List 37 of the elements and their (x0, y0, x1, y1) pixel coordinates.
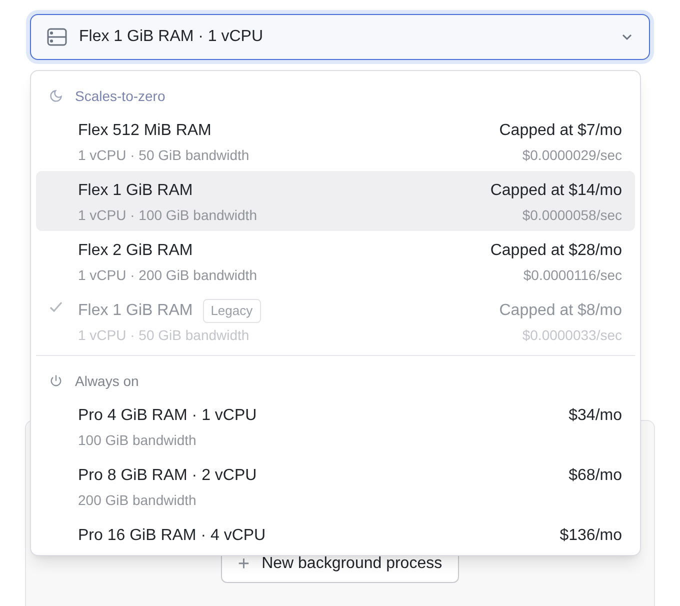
plan-name: Pro 4 GiB RAM · 1 vCPU (78, 406, 257, 426)
plan-option[interactable]: Flex 1 GiB RAM 1 vCPU · 100 GiB bandwidth Capped at $14/mo $0.0000058/sec (36, 171, 635, 231)
plan-detail: 1 vCPU · 50 GiB bandwidth (78, 326, 250, 345)
plan-option[interactable]: Flex 2 GiB RAM 1 vCPU · 200 GiB bandwidth Capped at $28/mo $0.0000116/sec (36, 231, 635, 291)
plan-option[interactable]: Pro 4 GiB RAM · 1 vCPU 100 GiB bandwidth $34/mo (36, 396, 635, 456)
plan-price: Capped at $7/mo (499, 121, 622, 141)
plan-rate: $0.0000033/sec (522, 326, 622, 345)
plan-rate: $0.0000058/sec (522, 206, 622, 225)
plan-name: Flex 2 GiB RAM (78, 241, 193, 261)
server-icon (47, 28, 67, 46)
plan-name: Pro 16 GiB RAM · 4 vCPU (78, 526, 266, 546)
plan-price: Capped at $14/mo (490, 181, 622, 201)
plan-price: $136/mo (560, 526, 622, 546)
plan-name: Flex 1 GiB RAM (78, 301, 193, 321)
plan-price: Capped at $8/mo (499, 301, 622, 321)
moon-icon (49, 89, 63, 103)
plan-option[interactable]: Pro 8 GiB RAM · 2 vCPU 200 GiB bandwidth $68/mo (36, 456, 635, 516)
plan-name: Pro 8 GiB RAM · 2 vCPU (78, 466, 257, 486)
power-icon (49, 374, 63, 388)
plan-detail: 1 vCPU · 50 GiB bandwidth (78, 146, 250, 165)
select-value: Flex 1 GiB RAM · 1 vCPU (79, 27, 264, 47)
plan-name: Flex 512 MiB RAM (78, 121, 212, 141)
plan-detail: 200 GiB bandwidth (78, 491, 198, 510)
plan-price: $34/mo (568, 406, 622, 426)
plan-price: Capped at $28/mo (490, 241, 622, 261)
plan-price: $68/mo (568, 466, 622, 486)
plan-option[interactable]: Flex 512 MiB RAM 1 vCPU · 50 GiB bandwidth Capped at $7/mo $0.0000029/sec (36, 111, 635, 171)
legacy-badge: Legacy (202, 299, 261, 323)
plan-detail: 1 vCPU · 200 GiB bandwidth (78, 266, 258, 285)
plan-detail: 100 GiB bandwidth (78, 431, 198, 450)
plan-name: Flex 1 GiB RAM (78, 181, 193, 201)
chevron-down-icon (621, 33, 633, 41)
group-label: Scales-to-zero (75, 86, 166, 106)
group-label: Always on (75, 372, 139, 391)
plan-rate: $0.0000029/sec (522, 146, 622, 165)
plan-rate: $0.0000116/sec (523, 266, 622, 285)
plan-detail: 1 vCPU · 100 GiB bandwidth (78, 206, 258, 225)
